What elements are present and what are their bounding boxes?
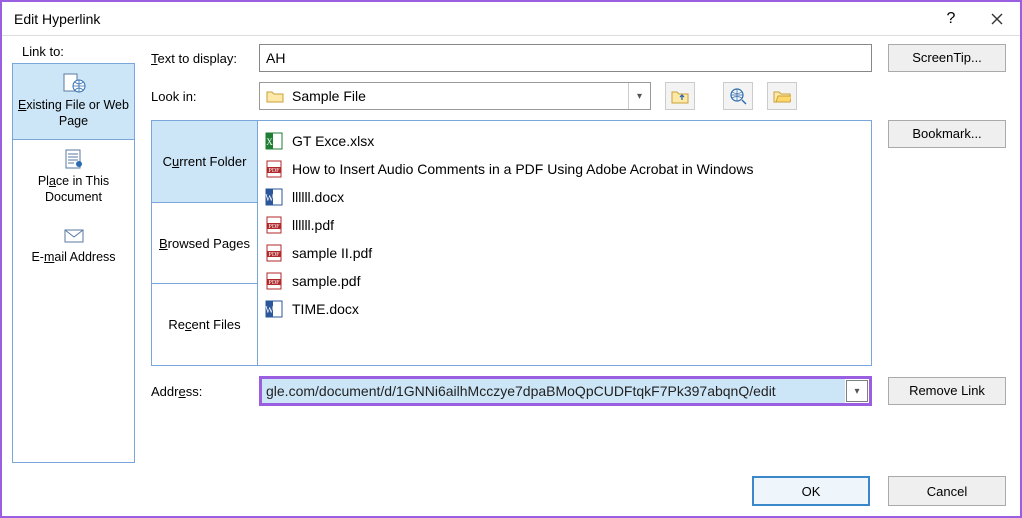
browse-file-button[interactable] bbox=[767, 82, 797, 110]
svg-text:W: W bbox=[265, 305, 274, 315]
page-web-icon bbox=[62, 72, 86, 94]
file-browser-row: Current Folder Browsed Pages Recent File… bbox=[151, 120, 1006, 366]
link-to-place-in-doc[interactable]: Place in This Document bbox=[13, 140, 134, 215]
file-item[interactable]: PDF sample II.pdf bbox=[262, 239, 867, 267]
address-dropdown[interactable]: ▾ bbox=[846, 380, 868, 402]
file-name: TIME.docx bbox=[292, 301, 359, 317]
tab-browsed-pages[interactable]: Browsed Pages bbox=[152, 203, 257, 285]
cancel-button[interactable]: Cancel bbox=[888, 476, 1006, 506]
look-in-label: Look in: bbox=[151, 89, 259, 104]
browse-web-button[interactable] bbox=[723, 82, 753, 110]
file-name: How to Insert Audio Comments in a PDF Us… bbox=[292, 161, 753, 177]
link-to-column: Link to: Existing File or Web Page bbox=[2, 36, 139, 516]
file-item[interactable]: W TIME.docx bbox=[262, 295, 867, 323]
file-name: llllll.docx bbox=[292, 189, 344, 205]
address-row: Address: ▾ Remove Link bbox=[151, 376, 1006, 406]
look-in-combo[interactable]: Sample File ▾ bbox=[259, 82, 651, 110]
text-to-display-label: Text to display: bbox=[151, 51, 259, 66]
mail-icon bbox=[62, 224, 86, 246]
svg-text:PDF: PDF bbox=[268, 168, 280, 174]
folder-open-icon bbox=[773, 89, 791, 103]
file-name: sample II.pdf bbox=[292, 245, 372, 261]
file-name: sample.pdf bbox=[292, 273, 360, 289]
svg-text:PDF: PDF bbox=[268, 224, 280, 230]
file-item[interactable]: Wllllll.docx bbox=[262, 183, 867, 211]
edit-hyperlink-dialog: Edit Hyperlink ? Link to: Existing File … bbox=[0, 0, 1022, 518]
sub-tabs: Current Folder Browsed Pages Recent File… bbox=[151, 120, 257, 366]
look-in-dropdown[interactable]: ▾ bbox=[628, 83, 650, 109]
window-title: Edit Hyperlink bbox=[14, 11, 928, 27]
dialog-buttons: OK Cancel bbox=[151, 476, 1006, 506]
link-to-label: Link to: bbox=[12, 44, 135, 59]
tab-recent-files[interactable]: Recent Files bbox=[152, 284, 257, 365]
web-search-icon bbox=[729, 87, 747, 105]
close-icon bbox=[991, 13, 1003, 25]
file-name: GT Exce.xlsx bbox=[292, 133, 374, 149]
folder-up-icon bbox=[671, 88, 689, 104]
close-button[interactable] bbox=[974, 2, 1020, 36]
up-one-level-button[interactable] bbox=[665, 82, 695, 110]
file-item[interactable]: PDF llllll.pdf bbox=[262, 211, 867, 239]
chevron-down-icon: ▾ bbox=[637, 91, 642, 102]
folder-icon bbox=[266, 89, 284, 103]
help-button[interactable]: ? bbox=[928, 2, 974, 36]
address-label: Address: bbox=[151, 384, 259, 399]
text-to-display-row: Text to display: ScreenTip... bbox=[151, 44, 1006, 72]
remove-link-button[interactable]: Remove Link bbox=[888, 377, 1006, 405]
tab-current-folder[interactable]: Current Folder bbox=[152, 121, 257, 203]
link-to-existing-file[interactable]: Existing File or Web Page bbox=[13, 64, 134, 140]
file-list[interactable]: X GT Exce.xlsx PDF How to Insert Audio Comm… bbox=[257, 120, 872, 366]
file-item[interactable]: X GT Exce.xlsx bbox=[262, 127, 867, 155]
file-item[interactable]: PDF sample.pdf bbox=[262, 267, 867, 295]
text-to-display-input[interactable] bbox=[259, 44, 872, 72]
address-combo: ▾ bbox=[259, 376, 872, 406]
address-input[interactable] bbox=[262, 379, 845, 403]
look-in-value: Sample File bbox=[292, 88, 628, 104]
link-to-panel: Existing File or Web Page Place in This … bbox=[12, 63, 135, 463]
svg-text:W: W bbox=[265, 193, 274, 203]
look-in-row: Look in: Sample File ▾ bbox=[151, 82, 1006, 110]
file-item[interactable]: PDF How to Insert Audio Comments in a PDF… bbox=[262, 155, 867, 183]
svg-text:PDF: PDF bbox=[268, 280, 280, 286]
file-name: llllll.pdf bbox=[292, 217, 334, 233]
bookmark-button[interactable]: Bookmark... bbox=[888, 120, 1006, 148]
svg-text:PDF: PDF bbox=[268, 252, 280, 258]
doc-pin-icon bbox=[62, 148, 86, 170]
screentip-button[interactable]: ScreenTip... bbox=[888, 44, 1006, 72]
ok-button[interactable]: OK bbox=[752, 476, 870, 506]
svg-text:X: X bbox=[266, 137, 273, 147]
titlebar: Edit Hyperlink ? bbox=[2, 2, 1020, 36]
chevron-down-icon: ▾ bbox=[854, 386, 859, 397]
link-to-email-address[interactable]: E-mail Address bbox=[13, 216, 134, 276]
main-panel: Text to display: ScreenTip... Look in: S… bbox=[139, 36, 1020, 516]
